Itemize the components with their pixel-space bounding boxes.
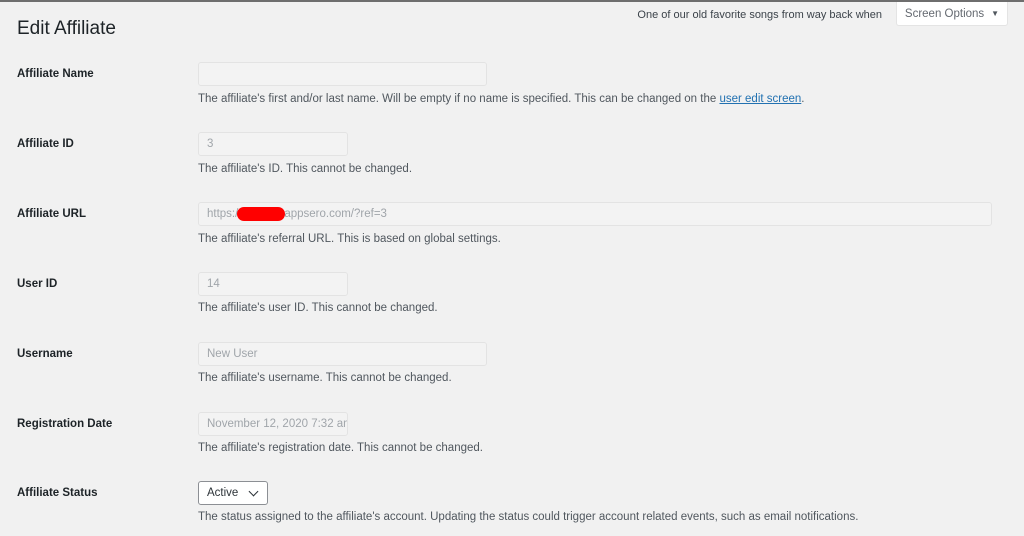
description-text: The affiliate's first and/or last name. … bbox=[198, 93, 720, 105]
user-id-description: The affiliate's user ID. This cannot be … bbox=[198, 302, 438, 314]
redaction-mark bbox=[237, 207, 286, 221]
affiliate-status-label: Affiliate Status bbox=[17, 487, 98, 499]
affiliate-status-description: The status assigned to the affiliate's a… bbox=[198, 511, 859, 523]
description-suffix: . bbox=[801, 93, 805, 105]
affiliate-name-input[interactable] bbox=[198, 62, 487, 86]
chevron-down-icon bbox=[248, 486, 259, 496]
affiliate-id-input[interactable]: 3 bbox=[198, 132, 348, 156]
username-description: The affiliate's username. This cannot be… bbox=[198, 372, 452, 384]
affiliate-name-description: The affiliate's first and/or last name. … bbox=[198, 93, 805, 105]
affiliate-id-description: The affiliate's ID. This cannot be chang… bbox=[198, 163, 413, 175]
affiliate-name-label: Affiliate Name bbox=[17, 68, 94, 80]
affiliate-status-selected: Active bbox=[207, 487, 239, 499]
registration-date-label: Registration Date bbox=[17, 418, 113, 430]
screen-meta-links: One of our old favorite songs from way b… bbox=[637, 2, 1008, 26]
user-edit-screen-link[interactable]: user edit screen bbox=[719, 93, 801, 105]
username-label: Username bbox=[17, 348, 73, 360]
screen-options-button[interactable]: Screen Options ▼ bbox=[896, 2, 1008, 26]
affiliate-url-description: The affiliate's referral URL. This is ba… bbox=[198, 233, 501, 245]
affiliate-id-label: Affiliate ID bbox=[17, 138, 74, 150]
screen-options-label: Screen Options bbox=[904, 7, 985, 20]
affiliate-url-input[interactable]: https:/ appsero.com/?ref=3 bbox=[198, 202, 992, 226]
user-id-input[interactable]: 14 bbox=[198, 272, 348, 296]
affiliate-url-label: Affiliate URL bbox=[17, 208, 86, 220]
hello-dolly-lyric: One of our old favorite songs from way b… bbox=[637, 9, 882, 21]
username-input[interactable]: New User bbox=[198, 342, 487, 366]
url-prefix: https:/ bbox=[207, 208, 239, 220]
registration-date-description: The affiliate's registration date. This … bbox=[198, 442, 483, 454]
registration-date-input[interactable]: November 12, 2020 7:32 am bbox=[198, 412, 348, 436]
url-suffix: appsero.com/?ref=3 bbox=[284, 208, 387, 220]
caret-down-icon: ▼ bbox=[991, 9, 1000, 18]
page-title: Edit Affiliate bbox=[17, 18, 116, 39]
affiliate-status-select[interactable]: Active bbox=[198, 481, 268, 505]
user-id-label: User ID bbox=[17, 278, 58, 290]
